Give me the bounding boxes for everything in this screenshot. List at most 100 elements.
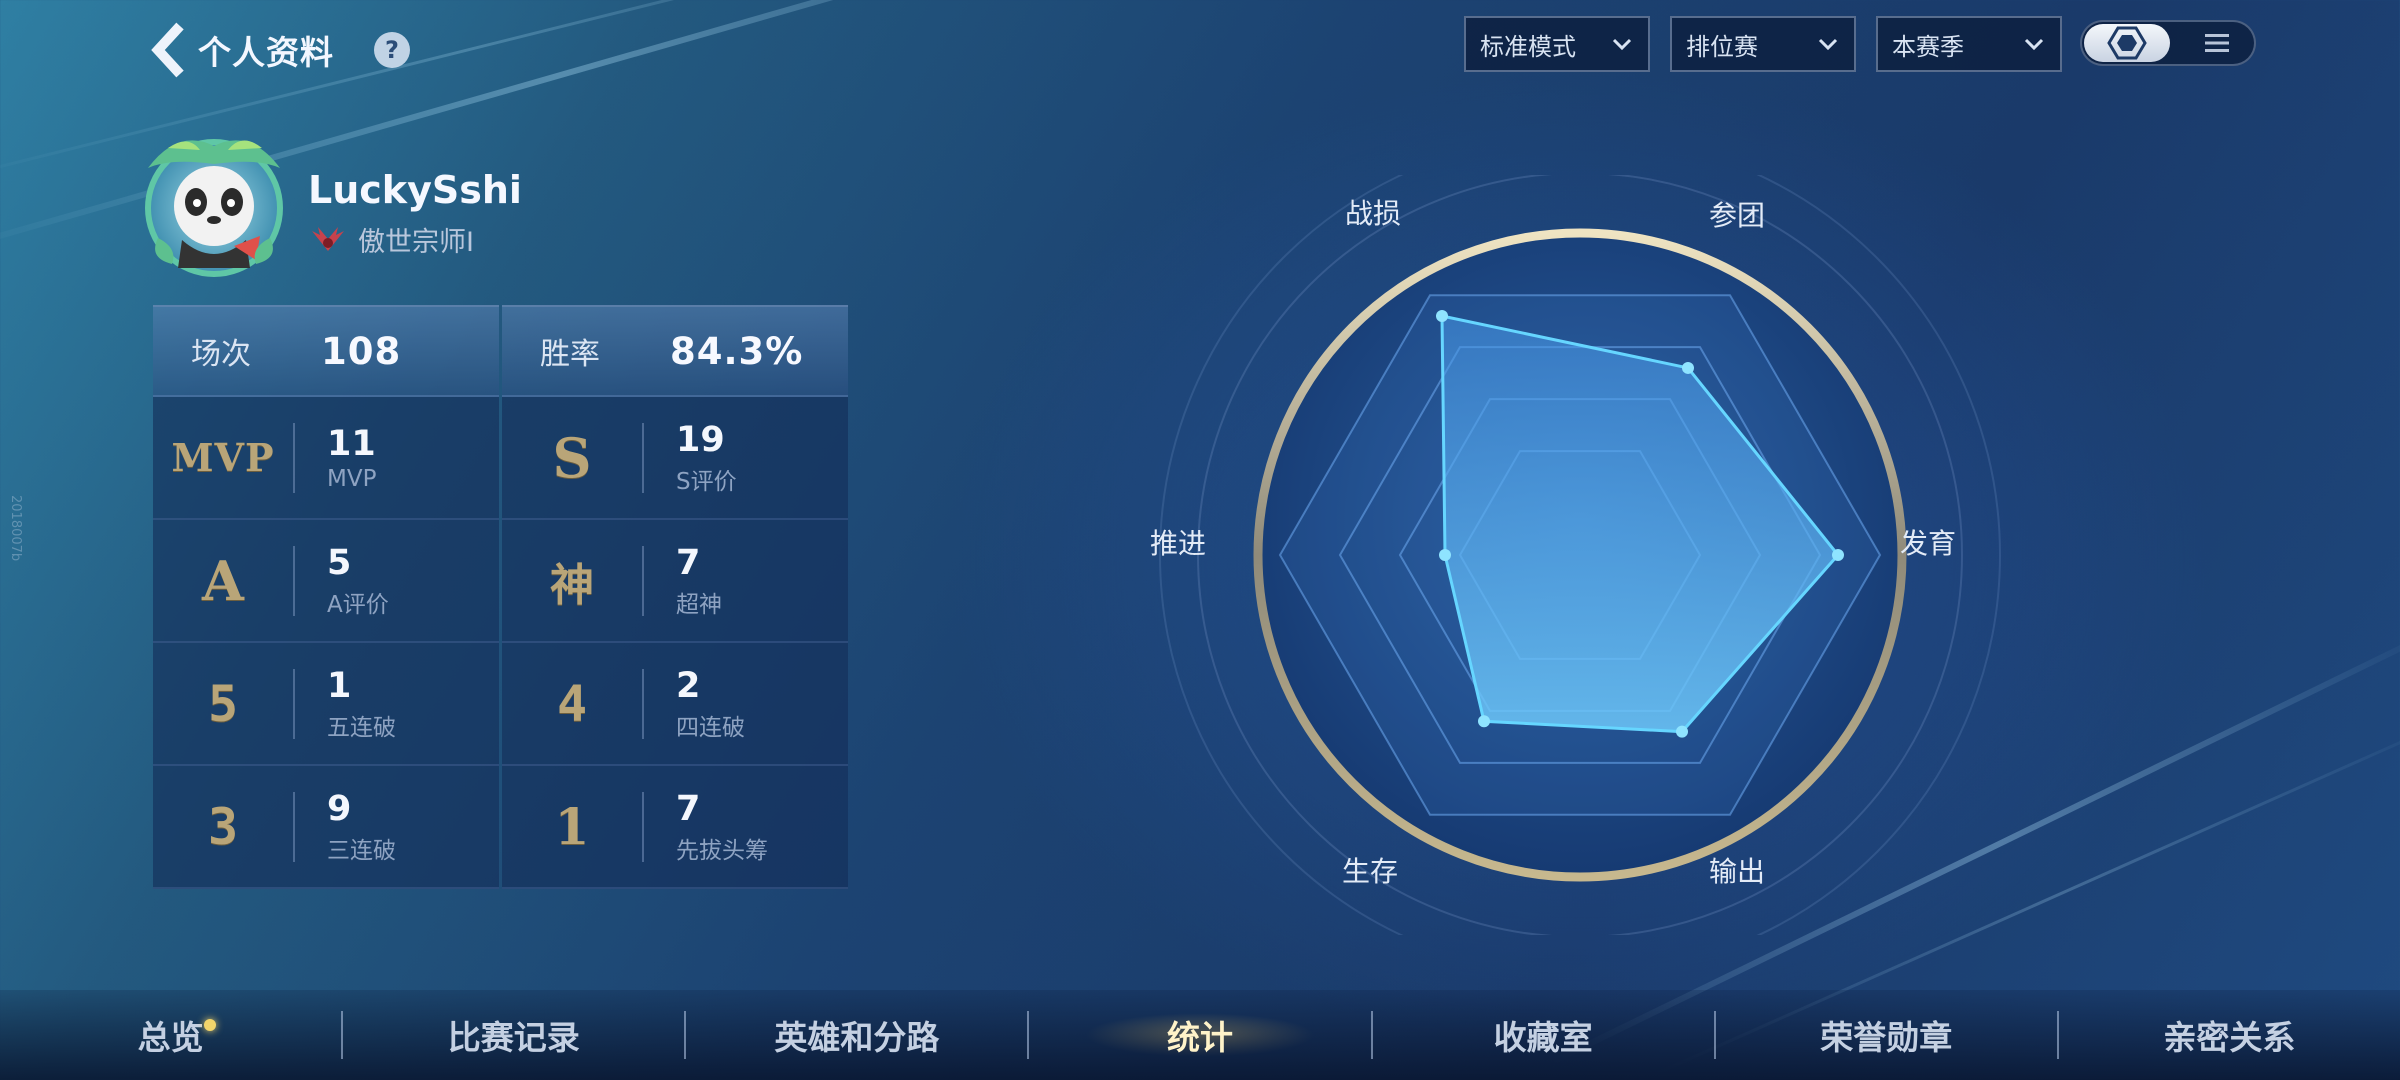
radar-axis-label: 战损: [1345, 197, 1402, 230]
stat-desc: 三连破: [327, 837, 396, 864]
chevron-down-icon: [1818, 38, 1838, 50]
radar-axis-label: 推进: [1150, 527, 1207, 560]
s-badge-icon: S: [552, 425, 592, 490]
radar-axis-label: 参团: [1709, 199, 1766, 232]
radar-point: [1682, 361, 1694, 374]
season-select[interactable]: 本赛季: [1876, 16, 2062, 72]
stat-cell-triple-kill: 3 9 三连破: [153, 766, 499, 889]
divider: [293, 545, 295, 616]
match-type-select-value: 排位赛: [1686, 32, 1758, 61]
mode-select[interactable]: 标准模式: [1464, 16, 1650, 72]
panda-avatar-icon: [145, 139, 283, 277]
stat-value: 5: [327, 542, 352, 583]
radar-point: [1478, 715, 1490, 728]
page-title: 个人资料: [198, 33, 334, 72]
matches-label: 场次: [191, 337, 251, 372]
winrate-cell: 胜率 84.3%: [502, 305, 848, 397]
radar-point: [1832, 549, 1844, 561]
rank-wing-icon: [312, 226, 344, 251]
tab-match-history[interactable]: 比赛记录: [343, 1011, 684, 1059]
avatar[interactable]: [138, 128, 290, 280]
back-button[interactable]: 个人资料 ?: [150, 22, 410, 78]
stat-desc: 先拔头筹: [676, 837, 768, 864]
hexagon-icon: [2107, 26, 2147, 60]
back-arrow-icon: [151, 22, 184, 78]
tab-overview[interactable]: 总览: [0, 1011, 341, 1059]
view-toggle[interactable]: [2080, 20, 2256, 66]
rank-title: 傲世宗师I: [358, 227, 474, 258]
radar-axis-label: 输出: [1709, 855, 1766, 888]
stat-desc: A评价: [327, 591, 389, 618]
stat-cell-godlike: 神 7 超神: [502, 520, 848, 643]
winrate-label: 胜率: [540, 337, 600, 372]
match-type-select[interactable]: 排位赛: [1670, 16, 1856, 72]
tab-collection[interactable]: 收藏室: [1373, 1011, 1714, 1059]
tab-label: 总览: [137, 1018, 204, 1057]
mvp-badge-icon: MVP: [171, 435, 275, 480]
radar-axis-label: 生存: [1342, 855, 1399, 888]
help-icon[interactable]: ?: [374, 32, 410, 68]
stat-cell-first-blood: 1 7 先拔头筹: [502, 766, 848, 889]
divider: [293, 422, 295, 493]
quadra-badge-icon: 4: [556, 674, 588, 733]
list-icon: [2205, 34, 2229, 52]
matches-value: 108: [321, 329, 402, 373]
first-blood-badge-icon: 1: [554, 797, 590, 856]
a-badge-icon: A: [202, 548, 244, 613]
stat-value: 7: [676, 788, 701, 829]
stat-value: 11: [327, 423, 376, 464]
radar-axis-label: 发育: [1900, 527, 1957, 560]
notification-dot: [204, 1019, 216, 1031]
triple-badge-icon: 3: [207, 797, 239, 856]
username: LuckySshi: [308, 168, 522, 212]
divider: [293, 668, 295, 739]
tab-label: 亲密关系: [2163, 1018, 2296, 1057]
radar-view-button[interactable]: [2084, 24, 2170, 62]
divider: [642, 545, 644, 616]
chevron-down-icon: [2024, 38, 2044, 50]
divider: [293, 791, 295, 862]
tab-label: 英雄和分路: [774, 1018, 940, 1057]
stat-value: 2: [676, 665, 701, 706]
stat-cell-a-rating: A 5 A评价: [153, 520, 499, 643]
stat-cell-quadra-kill: 4 2 四连破: [502, 643, 848, 766]
rank-row: 傲世宗师I: [308, 220, 474, 259]
tab-label: 比赛记录: [447, 1018, 580, 1057]
stat-value: 7: [676, 542, 701, 583]
stat-desc: 超神: [676, 591, 722, 618]
radar-svg: [1159, 134, 2001, 976]
stat-value: 1: [327, 665, 352, 706]
stat-value: 19: [676, 419, 725, 460]
stat-desc: S评价: [676, 468, 737, 495]
stat-cell-mvp: MVP 11 MVP: [153, 397, 499, 520]
radar-point: [1439, 549, 1451, 561]
divider: [642, 668, 644, 739]
chevron-down-icon: [1612, 38, 1632, 50]
stat-desc: 四连破: [676, 714, 745, 741]
winrate-value: 84.3%: [670, 329, 804, 373]
season-select-value: 本赛季: [1892, 32, 1964, 61]
matches-cell: 场次 108: [153, 305, 499, 397]
mode-select-value: 标准模式: [1480, 32, 1576, 61]
tab-heroes-lanes[interactable]: 英雄和分路: [686, 1011, 1027, 1059]
stat-cell-penta-kill: 5 1 五连破: [153, 643, 499, 766]
divider: [642, 422, 644, 493]
watermark: 2018007b: [8, 495, 23, 562]
stat-desc: MVP: [327, 465, 377, 492]
penta-badge-icon: 5: [207, 674, 239, 733]
tab-statistics[interactable]: 统计: [1029, 1011, 1370, 1059]
filter-bar: 标准模式 排位赛 本赛季: [1464, 16, 2062, 72]
radar-point: [1676, 725, 1688, 738]
tab-honor-medals[interactable]: 荣誉勋章: [1716, 1011, 2057, 1059]
radar-chart: 战损 参团发育输出 生存 推进: [1150, 134, 2010, 976]
divider: [642, 791, 644, 862]
list-view-button[interactable]: [2202, 30, 2232, 56]
tab-label: 荣誉勋章: [1820, 1018, 1953, 1057]
tab-label: 统计: [1167, 1018, 1233, 1057]
stat-value: 9: [327, 788, 352, 829]
tab-intimacy[interactable]: 亲密关系: [2059, 1011, 2400, 1059]
bottom-nav: 总览 比赛记录 英雄和分路 统计 收藏室 荣誉勋章 亲密关系: [0, 990, 2400, 1080]
godlike-badge-icon: 神: [550, 559, 594, 611]
radar-point: [1436, 309, 1448, 322]
stat-cell-s-rating: S 19 S评价: [502, 397, 848, 520]
